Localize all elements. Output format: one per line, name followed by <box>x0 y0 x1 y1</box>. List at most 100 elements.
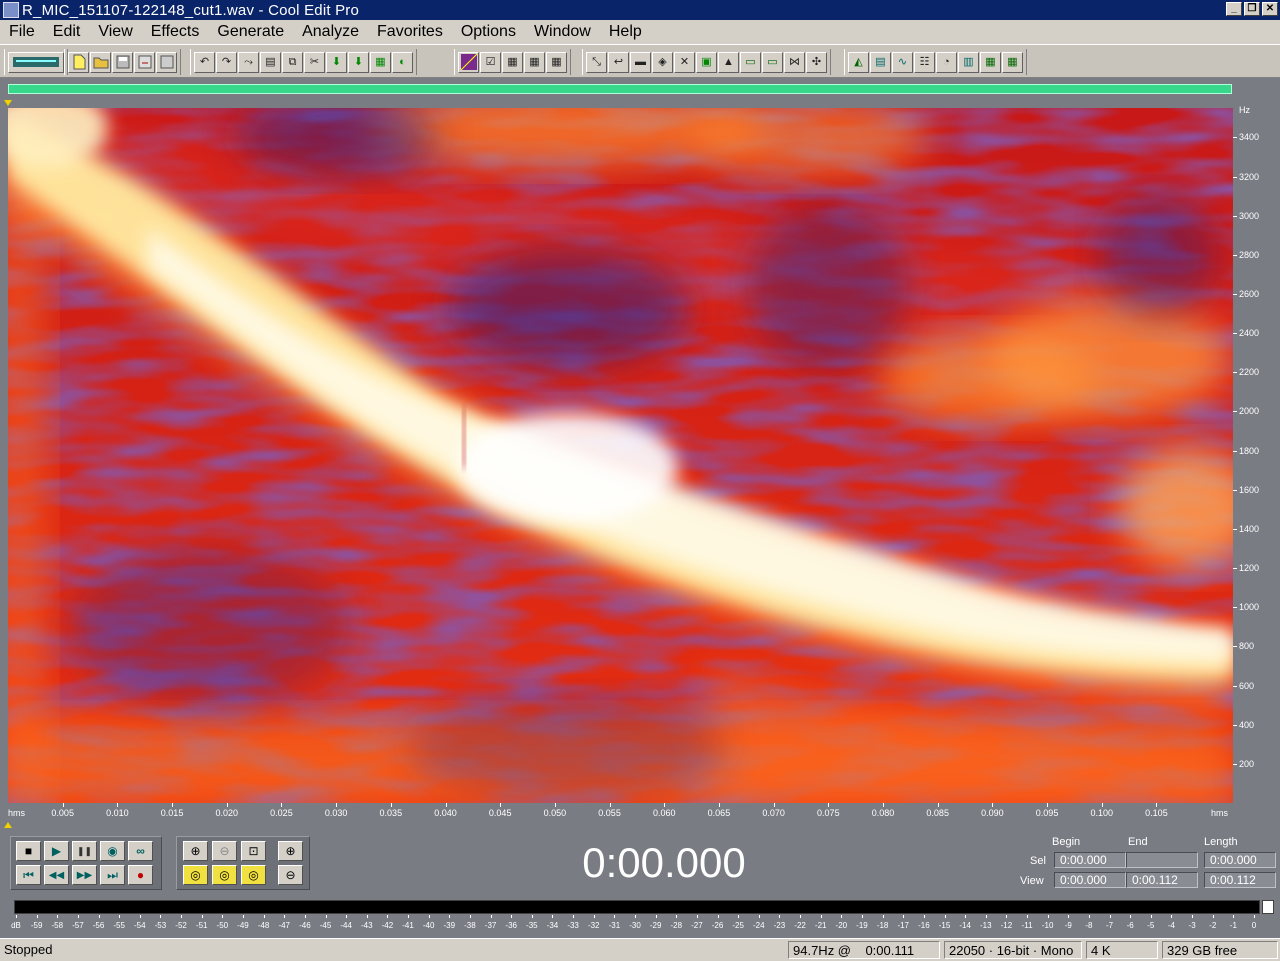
paste-button[interactable]: ⬇ <box>326 51 347 73</box>
close-file-button[interactable] <box>156 51 177 73</box>
frequency-tick-label: 1000 <box>1239 602 1260 613</box>
menu-generate[interactable]: Generate <box>208 23 293 41</box>
paste-new-button[interactable]: ⬇ <box>348 51 369 73</box>
level-tick-label: -39 <box>443 921 456 930</box>
level-tick-label: -7 <box>1106 921 1114 930</box>
zoom-to-right-button[interactable]: ◎ <box>212 865 237 885</box>
time-tick-label: 0.010 <box>106 808 129 818</box>
snap-cue-button[interactable]: ▦ <box>524 51 545 73</box>
noise-reduction-button[interactable]: ✕ <box>674 51 695 73</box>
menu-file[interactable]: File <box>0 23 44 41</box>
reverse-button[interactable]: ↩ <box>608 51 629 73</box>
level-tick-label: -31 <box>608 921 621 930</box>
trim-button[interactable]: ◐ <box>392 51 413 73</box>
spectrogram-canvas[interactable] <box>8 108 1233 803</box>
frequency-tick-label: 2400 <box>1239 328 1260 339</box>
level-tick <box>160 915 162 918</box>
menu-window[interactable]: Window <box>525 23 600 41</box>
stretch-button[interactable]: ✣ <box>806 51 827 73</box>
zoom-to-left-button[interactable]: ◎ <box>183 865 208 885</box>
repeat-icon: ⤳ <box>244 55 253 68</box>
time-tick <box>390 803 392 807</box>
settings-button[interactable]: ☷ <box>914 51 935 73</box>
repeat-last-button[interactable]: ⤳ <box>238 51 259 73</box>
redo-button[interactable]: ↷ <box>216 51 237 73</box>
zoom-in-button[interactable]: ⊕ <box>183 841 208 861</box>
start-marker-top[interactable] <box>4 100 12 106</box>
level-tick <box>923 915 925 918</box>
frequency-analysis-button[interactable]: ◭ <box>848 51 869 73</box>
zoom-full-button[interactable]: ⊡ <box>241 841 266 861</box>
pause-button[interactable]: ❚❚ <box>72 841 97 861</box>
rewind-button[interactable]: ◀◀ <box>44 865 69 885</box>
spectral-view-button[interactable] <box>458 51 479 73</box>
stop-button[interactable]: ■ <box>16 841 41 861</box>
silence-button[interactable]: ▬ <box>630 51 651 73</box>
save-button[interactable] <box>112 51 133 73</box>
cue-list-button[interactable]: ▥ <box>958 51 979 73</box>
close-button[interactable]: ✕ <box>1262 2 1278 16</box>
sel-length-field[interactable]: 0:00.000 <box>1204 852 1276 868</box>
menu-edit[interactable]: Edit <box>44 23 90 41</box>
cut-button[interactable]: ✂ <box>304 51 325 73</box>
restore-button[interactable]: ❐ <box>1244 2 1260 16</box>
view-end-field[interactable]: 0:00.112 <box>1126 872 1198 888</box>
scripts-button[interactable]: ∿ <box>892 51 913 73</box>
graphic-eq-button[interactable]: ▭ <box>740 51 761 73</box>
normalize-button[interactable]: ◈ <box>652 51 673 73</box>
amplify-button[interactable]: ▲ <box>718 51 739 73</box>
filter-icon: ▣ <box>701 55 712 68</box>
new-file-button[interactable] <box>68 51 89 73</box>
minimize-button[interactable]: _ <box>1226 2 1242 16</box>
start-marker-bottom[interactable] <box>4 822 12 828</box>
menu-favorites[interactable]: Favorites <box>368 23 452 41</box>
level-tick-label: -57 <box>72 921 84 930</box>
crossfade-button[interactable]: ⋈ <box>784 51 805 73</box>
play-button[interactable]: ▶ <box>44 841 69 861</box>
envelope-button[interactable]: ⤡ <box>586 51 607 73</box>
zoom-in-vertical-button[interactable]: ⊕ <box>278 841 303 861</box>
view-length-field[interactable]: 0:00.112 <box>1204 872 1276 888</box>
go-to-end-button[interactable]: ⏭ <box>100 865 125 885</box>
zoom-out-vertical-button[interactable]: ⊖ <box>278 865 303 885</box>
play-to-end-button[interactable]: ◉ <box>100 841 125 861</box>
clip-indicator[interactable] <box>1262 900 1274 914</box>
time-tick-label: 0.015 <box>160 808 184 818</box>
go-to-beginning-button[interactable]: ⏮ <box>16 865 41 885</box>
overview-range[interactable] <box>8 84 1232 94</box>
sel-begin-field[interactable]: 0:00.000 <box>1054 852 1126 868</box>
open-file-button[interactable] <box>90 51 111 73</box>
mix-paste-button[interactable]: ▦ <box>370 51 391 73</box>
zoom-out-button[interactable]: ⊖ <box>212 841 237 861</box>
undo-button[interactable]: ↶ <box>194 51 215 73</box>
loop-button[interactable]: ∞ <box>128 841 153 861</box>
sel-end-field[interactable] <box>1126 852 1198 868</box>
copy-button[interactable]: ⧉ <box>282 51 303 73</box>
cd-player-button[interactable]: ◔ <box>936 51 957 73</box>
level-tick-label: -1 <box>1229 921 1237 930</box>
crossfade-icon: ⋈ <box>789 55 800 68</box>
copy-new-button[interactable]: ▤ <box>260 51 281 73</box>
play-list-button[interactable]: ▦ <box>980 51 1001 73</box>
level-tick <box>16 915 17 918</box>
app-icon[interactable] <box>3 2 19 18</box>
waveform-view-button[interactable]: ☑ <box>480 51 501 73</box>
snap-ruler-button[interactable]: ▦ <box>502 51 523 73</box>
multitrack-toggle-button[interactable] <box>8 51 64 73</box>
view-begin-field[interactable]: 0:00.000 <box>1054 872 1126 888</box>
record-button[interactable]: ● <box>128 865 153 885</box>
grid-button[interactable]: ▦ <box>1002 51 1023 73</box>
snap-zero-button[interactable]: ▦ <box>546 51 567 73</box>
fast-forward-button[interactable]: ▶▶ <box>72 865 97 885</box>
menu-effects[interactable]: Effects <box>142 23 209 41</box>
statistics-button[interactable]: ▤ <box>870 51 891 73</box>
menu-analyze[interactable]: Analyze <box>293 23 368 41</box>
menu-view[interactable]: View <box>89 23 141 41</box>
overview-bar[interactable] <box>0 78 1280 100</box>
delay-button[interactable]: ▭ <box>762 51 783 73</box>
zoom-selection-button[interactable]: ◎ <box>241 865 266 885</box>
menu-options[interactable]: Options <box>452 23 525 41</box>
save-as-button[interactable] <box>134 51 155 73</box>
filter-button[interactable]: ▣ <box>696 51 717 73</box>
menu-help[interactable]: Help <box>600 23 651 41</box>
